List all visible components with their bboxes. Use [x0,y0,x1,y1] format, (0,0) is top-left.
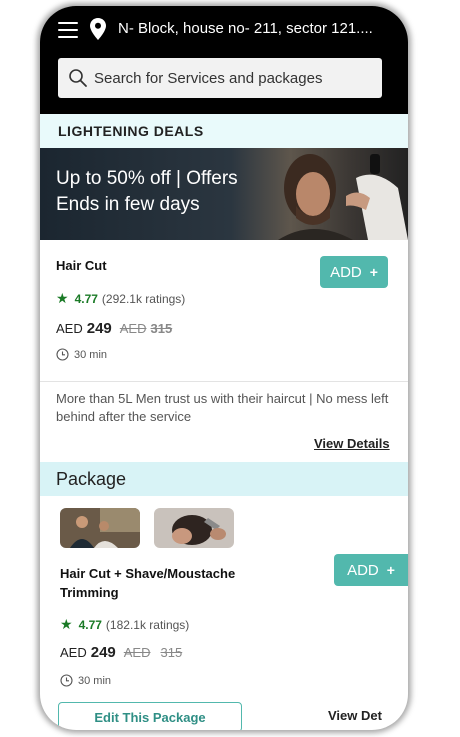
price-currency: AED [56,321,83,336]
search-placeholder: Search for Services and packages [94,69,323,87]
deals-section-title: LIGHTENING DEALS [40,114,408,148]
clock-icon [60,674,73,687]
divider [40,381,408,382]
duration-text: 30 min [78,674,112,687]
add-button-label: ADD [330,263,362,281]
service-name: Hair Cut [56,258,107,273]
service-card: Hair Cut ADD + ★ 4.77 (292.1k ratings) A… [40,240,408,462]
service-description: More than 5L Men trust us with their hai… [56,391,389,424]
old-price-currency: AED [119,321,147,336]
rating-count: (292.1k ratings) [101,291,186,306]
star-icon: ★ [56,290,69,306]
banner-image [278,154,408,240]
old-price-currency: AED [123,645,151,660]
package-rating: ★ 4.77 (182.1k ratings) [60,616,189,633]
banner-line-1: Up to 50% off | Offers [56,168,238,189]
phone-frame: N- Block, house no- 211, sector 121.... … [40,6,408,730]
package-duration: 30 min [60,674,111,687]
top-bar: N- Block, house no- 211, sector 121.... … [40,6,408,114]
package-name: Hair Cut + Shave/Moustache Trimming [60,566,236,600]
duration-text: 30 min [74,348,108,361]
add-package-button[interactable]: ADD + [334,554,408,586]
rating-count: (182.1k ratings) [105,617,190,632]
package-section-title: Package [40,462,408,496]
price-amount: 249 [86,320,112,337]
old-price-amount: 315 [150,321,173,336]
location-pin-icon [90,18,106,40]
service-rating: ★ 4.77 (292.1k ratings) [56,290,185,307]
search-input[interactable]: Search for Services and packages [58,58,382,98]
view-details-link[interactable]: View Det [328,708,382,723]
service-duration: 30 min [56,348,107,361]
rating-value: 4.77 [74,291,98,306]
package-card: Package Hair Cut + Shave/Moustache Trimm… [40,462,408,730]
package-thumbnail-1[interactable] [60,508,140,548]
address-text[interactable]: N- Block, house no- 211, sector 121.... [118,20,398,37]
price-amount: 249 [90,644,116,661]
rating-value: 4.77 [78,617,102,632]
package-price: AED 249 AED 315 [60,644,182,661]
offers-banner[interactable]: Up to 50% off | Offers Ends in few days [40,148,408,240]
menu-icon[interactable] [58,22,78,38]
price-currency: AED [60,645,87,660]
package-thumbnail-2[interactable] [154,508,234,548]
old-price-amount: 315 [160,645,183,660]
banner-line-2: Ends in few days [56,194,200,215]
view-details-link[interactable]: View Details [314,436,390,451]
edit-package-button[interactable]: Edit This Package [58,702,242,730]
service-price: AED 249 AED 315 [56,320,172,337]
clock-icon [56,348,69,361]
add-button-label: ADD [347,561,379,579]
plus-icon: + [386,562,395,578]
plus-icon: + [369,264,378,280]
add-service-button[interactable]: ADD + [320,256,388,288]
star-icon: ★ [60,616,73,632]
search-icon [69,69,87,87]
